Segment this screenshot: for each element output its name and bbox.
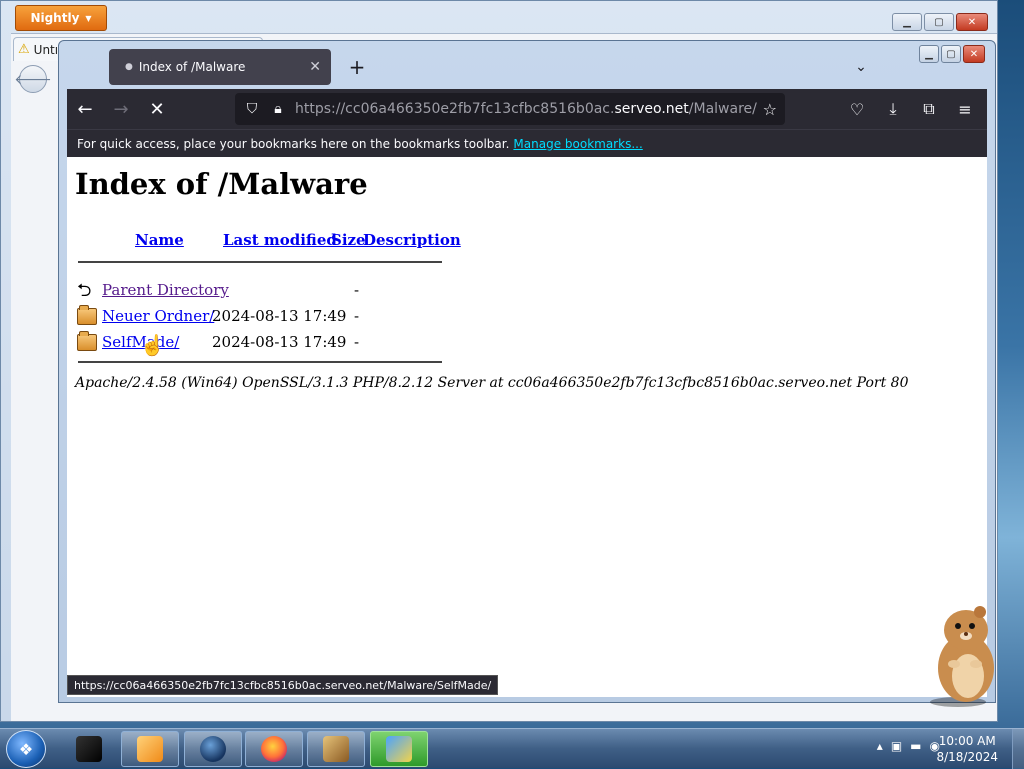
taskbar-item-black-box[interactable] — [60, 731, 118, 767]
close-tab-icon[interactable]: ✕ — [309, 59, 321, 75]
divider — [78, 261, 442, 263]
black-box-icon — [76, 736, 102, 762]
back-arrow-icon: 🡐 — [14, 71, 52, 88]
network-icon[interactable]: ▣ — [891, 739, 902, 753]
window-controls: ▁ ▢ ✕ — [919, 45, 985, 63]
row-modified: 2024-08-13 17:49 — [212, 307, 347, 325]
stop-loading-button[interactable]: ✕ — [139, 93, 175, 125]
media-player-icon — [137, 736, 163, 762]
chevron-down-icon: ▼ — [85, 13, 92, 23]
maximize-button[interactable]: ▢ — [924, 13, 954, 31]
background-back-button[interactable]: 🡐 — [14, 65, 52, 93]
bookmarks-toolbar: For quick access, place your bookmarks h… — [67, 129, 987, 157]
nightly-label: Nightly — [30, 11, 80, 25]
table-row: ⮌ Parent Directory - — [77, 279, 457, 303]
tracking-protection-shield-icon[interactable]: ⛉ — [243, 101, 261, 117]
manage-bookmarks-link[interactable]: Manage bookmarks... — [513, 137, 642, 151]
column-header-last-modified[interactable]: Last modified — [223, 231, 337, 249]
taskbar-item-sandbox[interactable] — [307, 731, 365, 767]
folder-link-neuer-ordner[interactable]: Neuer Ordner/ — [102, 307, 214, 325]
download-icon: ⤓ — [889, 99, 897, 118]
warning-icon: ⚠ — [18, 42, 30, 57]
url-path: /Malware/ — [688, 101, 757, 117]
row-modified: 2024-08-13 17:49 — [212, 333, 347, 351]
url-domain: serveo.net — [614, 101, 689, 117]
back-arrow-icon: ← — [77, 98, 93, 120]
firefox-icon — [261, 736, 287, 762]
nav-toolbar: ← → ✕ ⛉ 🔒︎ https://cc06a466350e2fb7fc13c… — [67, 89, 987, 129]
background-tab-title: Untı — [33, 42, 59, 57]
forward-button[interactable]: → — [103, 93, 139, 125]
page-title: Index of /Malware — [75, 167, 368, 201]
taskbar-item-firefox[interactable] — [245, 731, 303, 767]
tab-index-of-malware[interactable]: ● Index of /Malware ✕ — [109, 49, 331, 85]
taskbar-item-media-player[interactable] — [121, 731, 179, 767]
hamster-box-icon — [323, 736, 349, 762]
new-tab-button[interactable]: + — [343, 53, 371, 81]
tab-strip: ● Index of /Malware ✕ + ⌄ ▁ ▢ ✕ — [67, 41, 987, 89]
table-row: Neuer Ordner/ 2024-08-13 17:49 - — [77, 305, 457, 329]
browser-window: ● Index of /Malware ✕ + ⌄ ▁ ▢ ✕ ← → ✕ ⛉ … — [58, 40, 996, 703]
forward-arrow-icon: → — [113, 98, 129, 120]
bookmarks-message: For quick access, place your bookmarks h… — [77, 136, 510, 151]
show-hidden-icons-chevron-icon[interactable]: ▴ — [877, 739, 883, 753]
nightly-menu-button[interactable]: Nightly ▼ — [15, 5, 107, 31]
minimize-button[interactable]: ▁ — [919, 45, 939, 63]
minimize-button[interactable]: ▁ — [892, 13, 922, 31]
tab-title: Index of /Malware — [138, 60, 246, 74]
loading-dot-icon: ● — [125, 62, 133, 72]
folder-icon — [77, 305, 97, 325]
page-content: Index of /Malware Name Last modified Siz… — [67, 157, 987, 697]
list-all-tabs-button[interactable]: ⌄ — [847, 53, 875, 81]
downloads-button[interactable]: ⤓ — [877, 93, 909, 125]
stop-x-icon: ✕ — [149, 98, 165, 120]
system-clock[interactable]: 10:00 AM 8/18/2024 — [936, 733, 998, 765]
row-size: - — [354, 281, 360, 299]
lock-icon[interactable]: 🔒︎ — [269, 101, 287, 117]
hamburger-menu-icon: ≡ — [958, 99, 972, 119]
system-tray: ▴ ▣ ▬ ◉ — [877, 739, 940, 753]
column-header-description[interactable]: Description — [363, 231, 461, 249]
maximize-button[interactable]: ▢ — [941, 45, 961, 63]
monitor-icon[interactable]: ▬ — [910, 739, 921, 753]
divider — [78, 361, 442, 363]
clock-time: 10:00 AM — [938, 734, 996, 748]
folder-icon — [77, 331, 97, 351]
clock-date: 8/18/2024 — [936, 750, 998, 764]
puzzle-icon: ⧉ — [923, 99, 935, 118]
taskbar-item-globe[interactable] — [184, 731, 242, 767]
start-button[interactable]: ❖ — [6, 730, 46, 768]
parent-directory-icon: ⮌ — [77, 280, 92, 301]
pocket-icon: ♡ — [849, 99, 865, 119]
taskbar-item-installer[interactable] — [370, 731, 428, 767]
bookmark-star-icon[interactable]: ☆ — [763, 100, 777, 119]
back-button[interactable]: ← — [67, 93, 103, 125]
close-button[interactable]: ✕ — [963, 45, 985, 63]
taskbar: ❖ ▴ ▣ ▬ ◉ 10:00 AM 8/18/2024 — [0, 728, 1024, 769]
extensions-button[interactable]: ⧉ — [913, 93, 945, 125]
url-bar[interactable]: ⛉ 🔒︎ https://cc06a466350e2fb7fc13cfbc851… — [235, 93, 785, 125]
parent-directory-link[interactable]: Parent Directory — [102, 281, 229, 299]
table-row: SelfMade/ 2024-08-13 17:49 - — [77, 331, 457, 355]
app-menu-button[interactable]: ≡ — [949, 93, 981, 125]
background-window-controls: ▁ ▢ ✕ — [892, 13, 988, 31]
column-header-size[interactable]: Size — [331, 231, 366, 249]
row-size: - — [354, 307, 360, 325]
status-bar: https://cc06a466350e2fb7fc13cfbc8516b0ac… — [67, 675, 499, 695]
hamster-mascot-icon — [930, 606, 994, 707]
globe-icon — [200, 736, 226, 762]
hand-cursor-icon: ☝ — [140, 333, 165, 357]
row-size: - — [354, 333, 360, 351]
url-prefix: https://cc06a466350e2fb7fc13cfbc8516b0ac… — [295, 101, 615, 117]
pocket-button[interactable]: ♡ — [841, 93, 873, 125]
column-header-name[interactable]: Name — [135, 231, 184, 249]
toolbar-right-icons: ♡ ⤓ ⧉ ≡ — [841, 93, 981, 125]
show-desktop-button[interactable] — [1012, 729, 1024, 769]
windows-logo-icon: ❖ — [18, 739, 34, 759]
server-signature: Apache/2.4.58 (Win64) OpenSSL/3.1.3 PHP/… — [75, 375, 909, 391]
close-button[interactable]: ✕ — [956, 13, 988, 31]
url-text[interactable]: https://cc06a466350e2fb7fc13cfbc8516b0ac… — [295, 101, 757, 117]
installer-icon — [386, 736, 412, 762]
